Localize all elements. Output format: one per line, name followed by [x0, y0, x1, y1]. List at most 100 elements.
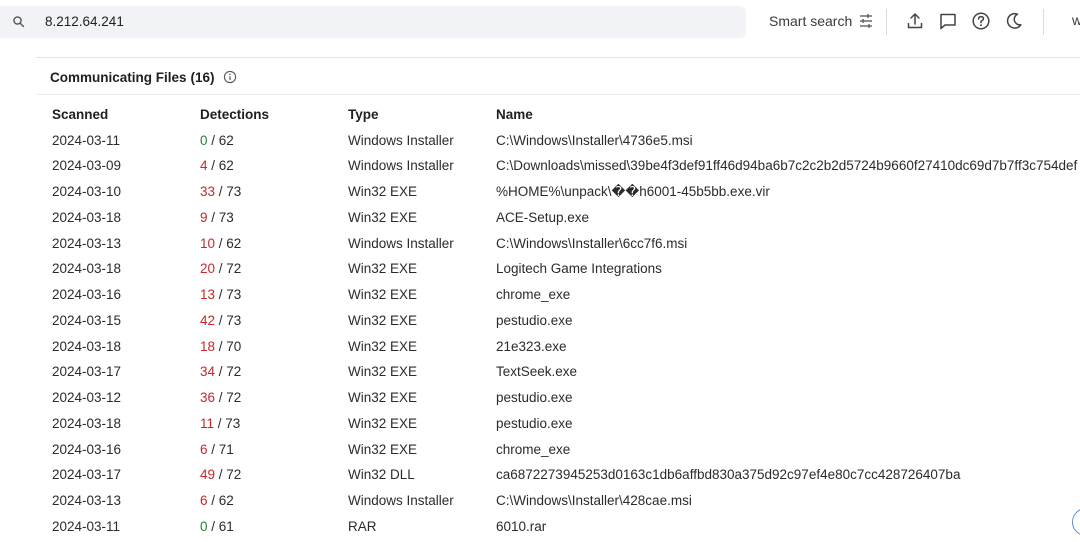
scanned-date: 2024-03-16 [52, 287, 122, 302]
help-icon[interactable] [971, 11, 991, 31]
scanned-date: 2024-03-16 [52, 441, 122, 457]
file-name-link[interactable]: C:\Downloads\missed\39be4f3def91ff46d94b… [496, 156, 1077, 176]
file-type: Win32 EXE [348, 287, 418, 302]
file-name-link[interactable]: chrome_exe [496, 285, 570, 305]
scanned-date: 2024-03-18 [52, 338, 122, 354]
detection-ratio: 6 / 62 [200, 491, 234, 511]
file-name-link[interactable]: pestudio.exe [496, 414, 573, 434]
detection-total: / 70 [218, 338, 242, 354]
table-row[interactable]: 2024-03-18 18 / 70 Win32 EXE 21e323.exe [0, 337, 1080, 363]
scanned-date: 2024-03-13 [52, 493, 122, 508]
table-row[interactable]: 2024-03-13 10 / 62 Windows Installer C:\Win… [0, 234, 1080, 260]
file-type: Win32 EXE [348, 441, 418, 457]
table-row[interactable]: 2024-03-11 0 / 62 Windows Installer C:\Wind… [0, 131, 1080, 157]
scanned-date: 2024-03-11 [52, 132, 121, 148]
file-name-link[interactable]: C:\Windows\Installer\4736e5.msi [496, 131, 693, 151]
detection-count: 18 [200, 338, 216, 354]
scanned-date: 2024-03-18 [52, 209, 122, 225]
file-name-link[interactable]: 6010.rar [496, 517, 546, 537]
scanned-date: 2024-03-10 [52, 184, 122, 199]
file-name-link[interactable]: TextSeek.exe [496, 362, 577, 382]
search-box[interactable]: 8.212.64.241 [0, 6, 746, 38]
detection-count: 33 [200, 184, 216, 199]
file-type: Win32 EXE [348, 338, 418, 354]
section-divider [36, 94, 1080, 95]
file-name-link[interactable]: pestudio.exe [496, 388, 573, 408]
detection-total: / 62 [211, 493, 234, 508]
detection-count: 6 [200, 441, 208, 457]
file-type: Windows Installer [348, 132, 454, 148]
table-header: Scanned Detections Type Name [0, 105, 1080, 125]
smart-search-button[interactable]: Smart search [769, 12, 852, 30]
detection-count: 49 [200, 467, 216, 483]
table-row[interactable]: 2024-03-18 9 / 73 Win32 EXE ACE-Setup.exe [0, 208, 1080, 234]
file-type: Win32 EXE [348, 415, 418, 431]
detection-count: 42 [200, 312, 216, 328]
table-row[interactable]: 2024-03-18 11 / 73 Win32 EXE pestudio.exe [0, 414, 1080, 440]
column-header-scanned[interactable]: Scanned [52, 105, 108, 125]
file-type: Win32 DLL [348, 467, 415, 483]
detection-total: / 73 [211, 209, 234, 225]
table-row[interactable]: 2024-03-10 33 / 73 Win32 EXE %HOME%\unpack\… [0, 182, 1080, 208]
detection-count: 36 [200, 390, 216, 405]
file-name-link[interactable]: C:\Windows\Installer\6cc7f6.msi [496, 234, 687, 254]
detection-total: / 62 [211, 158, 234, 174]
detection-total: / 62 [218, 235, 242, 251]
table-row[interactable]: 2024-03-17 34 / 72 Win32 EXE TextSeek.exe [0, 362, 1080, 388]
table-row[interactable]: 2024-03-12 36 / 72 Win32 EXE pestudio.exe [0, 388, 1080, 414]
file-name-link[interactable]: %HOME%\unpack\��h6001-45b5bb.exe.vir [496, 182, 770, 202]
table-row[interactable]: 2024-03-13 6 / 62 Windows Installer C:\Wind… [0, 491, 1080, 517]
comment-icon[interactable] [938, 11, 958, 31]
file-type: Win32 EXE [348, 184, 418, 199]
table-row[interactable]: 2024-03-16 6 / 71 Win32 EXE chrome_exe [0, 440, 1080, 466]
search-icon [13, 16, 25, 28]
file-name-link[interactable]: pestudio.exe [496, 311, 573, 331]
file-type: RAR [348, 518, 377, 534]
table-row[interactable]: 2024-03-16 13 / 73 Win32 EXE chrome_exe [0, 285, 1080, 311]
file-name-link[interactable]: chrome_exe [496, 440, 570, 460]
detection-ratio: 0 / 61 [200, 517, 234, 537]
file-name-link[interactable]: 21e323.exe [496, 337, 567, 357]
detection-ratio: 20 / 72 [200, 259, 241, 279]
dark-mode-moon-icon[interactable] [1004, 11, 1024, 31]
info-icon[interactable] [223, 70, 237, 84]
smart-search-filter-icon[interactable] [858, 13, 874, 29]
detection-total: / 72 [218, 467, 242, 483]
detection-count: 11 [200, 415, 215, 431]
column-header-name[interactable]: Name [496, 105, 533, 125]
file-name-link[interactable]: C:\Windows\Installer\428cae.msi [496, 491, 692, 511]
detection-ratio: 49 / 72 [200, 465, 241, 485]
detection-ratio: 6 / 71 [200, 440, 234, 460]
table-row[interactable]: 2024-03-15 42 / 73 Win32 EXE pestudio.exe [0, 311, 1080, 337]
detection-total: / 73 [217, 415, 241, 431]
table-row[interactable]: 2024-03-17 49 / 72 Win32 DLL ca687227394525… [0, 465, 1080, 491]
search-input[interactable]: 8.212.64.241 [45, 13, 124, 31]
table-row[interactable]: 2024-03-11 0 / 61 RAR 6010.rar [0, 517, 1080, 542]
detection-count: 9 [200, 209, 208, 225]
detection-total: / 72 [218, 364, 242, 380]
detection-count: 4 [200, 158, 208, 174]
table-row[interactable]: 2024-03-09 4 / 62 Windows Installer C:\Down… [0, 156, 1080, 182]
file-type: Windows Installer [348, 158, 454, 174]
table-row[interactable]: 2024-03-18 20 / 72 Win32 EXE Logitech Game … [0, 259, 1080, 285]
upload-icon[interactable] [905, 11, 925, 31]
file-name-link[interactable]: Logitech Game Integrations [496, 259, 662, 279]
column-header-detections[interactable]: Detections [200, 105, 269, 125]
detection-ratio: 0 / 62 [200, 131, 234, 151]
scanned-date: 2024-03-18 [52, 261, 122, 277]
scanned-date: 2024-03-17 [52, 364, 122, 380]
detection-count: 0 [200, 132, 208, 148]
section-title: Communicating Files (16) [50, 69, 215, 87]
file-name-link[interactable]: ACE-Setup.exe [496, 208, 589, 228]
detection-ratio: 36 / 72 [200, 388, 241, 408]
detection-total: / 73 [218, 287, 242, 302]
detection-ratio: 10 / 62 [200, 234, 241, 254]
user-menu-label[interactable]: w [1072, 12, 1080, 28]
detection-total: / 73 [218, 184, 242, 199]
detection-count: 10 [200, 235, 216, 251]
detection-ratio: 4 / 62 [200, 156, 234, 176]
file-name-link[interactable]: ca6872273945253d0163c1db6affbd830a375d92… [496, 465, 960, 485]
file-type: Win32 EXE [348, 312, 418, 328]
column-header-type[interactable]: Type [348, 105, 379, 125]
file-type: Windows Installer [348, 235, 454, 251]
